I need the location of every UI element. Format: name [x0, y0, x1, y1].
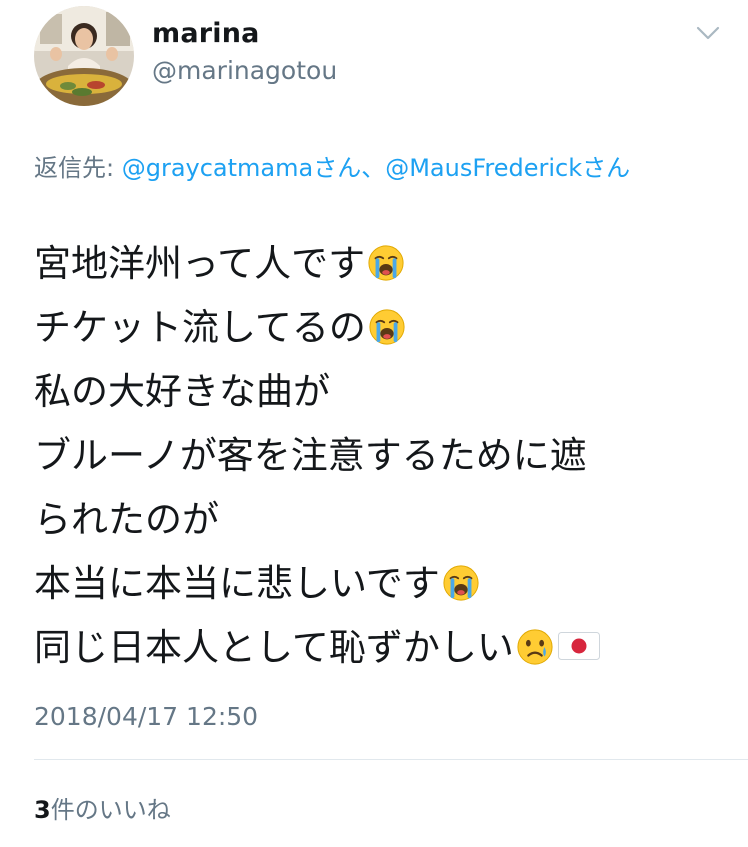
loudly-crying-face-icon — [368, 245, 404, 281]
handle[interactable]: @marinagotou — [152, 56, 337, 85]
loudly-crying-face-icon — [369, 309, 405, 345]
tweet-line: チケット流してるの — [34, 296, 724, 360]
loudly-crying-face-icon — [443, 565, 479, 601]
tweet-line-text: 宮地洋州って人です — [34, 242, 366, 285]
tweet-line: 宮地洋州って人です — [34, 232, 724, 296]
tweet-line-text: 同じ日本人として恥ずかしい — [34, 626, 514, 669]
divider — [34, 759, 748, 760]
likes-count[interactable]: 3件のいいね — [34, 790, 171, 825]
likes-label: 件のいいね — [50, 796, 171, 824]
tweet-line-text: 私の大好きな曲が — [34, 370, 330, 413]
tweet-line-text: ブルーノが客を注意するために遮 — [34, 434, 587, 477]
tweet-line: 本当に本当に悲しいです — [34, 552, 724, 616]
mention-link-graycatmama[interactable]: @graycatmama — [122, 154, 314, 182]
mention-suffix: さん — [582, 154, 631, 182]
tweet-line-text: られたのが — [34, 498, 219, 541]
avatar[interactable] — [34, 6, 134, 106]
reply-prefix: 返信先: — [34, 154, 122, 182]
timestamp: 2018/04/17 12:50 — [34, 702, 259, 731]
reply-to-line: 返信先: @graycatmamaさん、@MausFrederickさん — [34, 148, 724, 188]
tweet-line: ブルーノが客を注意するために遮 — [34, 424, 724, 488]
mention-suffix: さん、 — [313, 154, 386, 182]
likes-number: 3 — [34, 796, 51, 824]
tweet-line-text: 本当に本当に悲しいです — [34, 562, 440, 605]
japan-flag-icon — [557, 632, 600, 660]
tweet-line: 同じ日本人として恥ずかしい — [34, 616, 724, 680]
crying-face-icon — [517, 629, 553, 665]
mention-link-mausfrederick[interactable]: @MausFrederick — [385, 154, 582, 182]
tweet-text: 宮地洋州って人です チケット流してるの 私の大好きな曲が ブルーノが客を注意する… — [34, 232, 724, 680]
avatar-photo — [34, 6, 134, 106]
chevron-down-icon[interactable] — [695, 24, 721, 42]
tweet-line: 私の大好きな曲が — [34, 360, 724, 424]
tweet-line-text: チケット流してるの — [34, 306, 366, 349]
display-name[interactable]: marina — [152, 18, 260, 49]
tweet-line: られたのが — [34, 488, 724, 552]
